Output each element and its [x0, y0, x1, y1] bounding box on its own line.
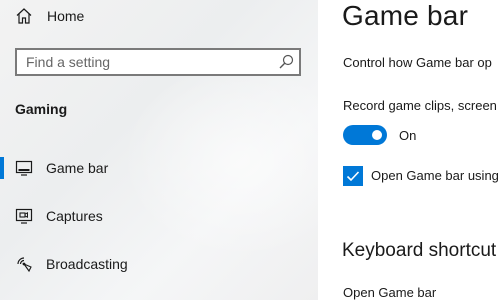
sidebar-item-broadcasting[interactable]: Broadcasting [0, 244, 318, 284]
broadcasting-icon [15, 255, 33, 273]
open-game-bar-checkbox[interactable] [343, 166, 363, 186]
keyboard-shortcuts-heading: Keyboard shortcut [342, 240, 497, 261]
page-title: Game bar [342, 0, 469, 31]
sidebar-item-captures[interactable]: Captures [0, 196, 318, 236]
settings-window: Home Gaming Game bar [0, 0, 500, 300]
sidebar-item-label: Broadcasting [46, 256, 128, 272]
main-content: Game bar Control how Game bar op Record … [318, 0, 500, 300]
sidebar-item-game-bar[interactable]: Game bar [0, 148, 318, 188]
sidebar-item-label: Game bar [46, 160, 109, 176]
captures-icon [15, 207, 33, 225]
checkmark-icon [346, 171, 360, 182]
search-input[interactable] [17, 50, 276, 74]
record-toggle-switch[interactable] [343, 125, 387, 145]
sidebar: Home Gaming Game bar [0, 0, 318, 300]
game-bar-icon [15, 159, 33, 177]
open-game-bar-shortcut-label: Open Game bar [343, 285, 437, 300]
section-title: Gaming [15, 101, 68, 117]
toggle-knob [372, 130, 382, 140]
search-icon[interactable] [278, 54, 294, 70]
home-label: Home [47, 8, 85, 24]
sidebar-item-label: Captures [46, 208, 103, 224]
toggle-state-label: On [399, 128, 417, 143]
home-icon [15, 7, 33, 25]
description-text: Control how Game bar op [343, 55, 492, 70]
nav-home[interactable]: Home [0, 0, 318, 34]
checkbox-label: Open Game bar using [371, 168, 499, 183]
selected-indicator [0, 157, 4, 179]
search-box [15, 48, 301, 76]
record-setting-label: Record game clips, screen [343, 98, 497, 113]
